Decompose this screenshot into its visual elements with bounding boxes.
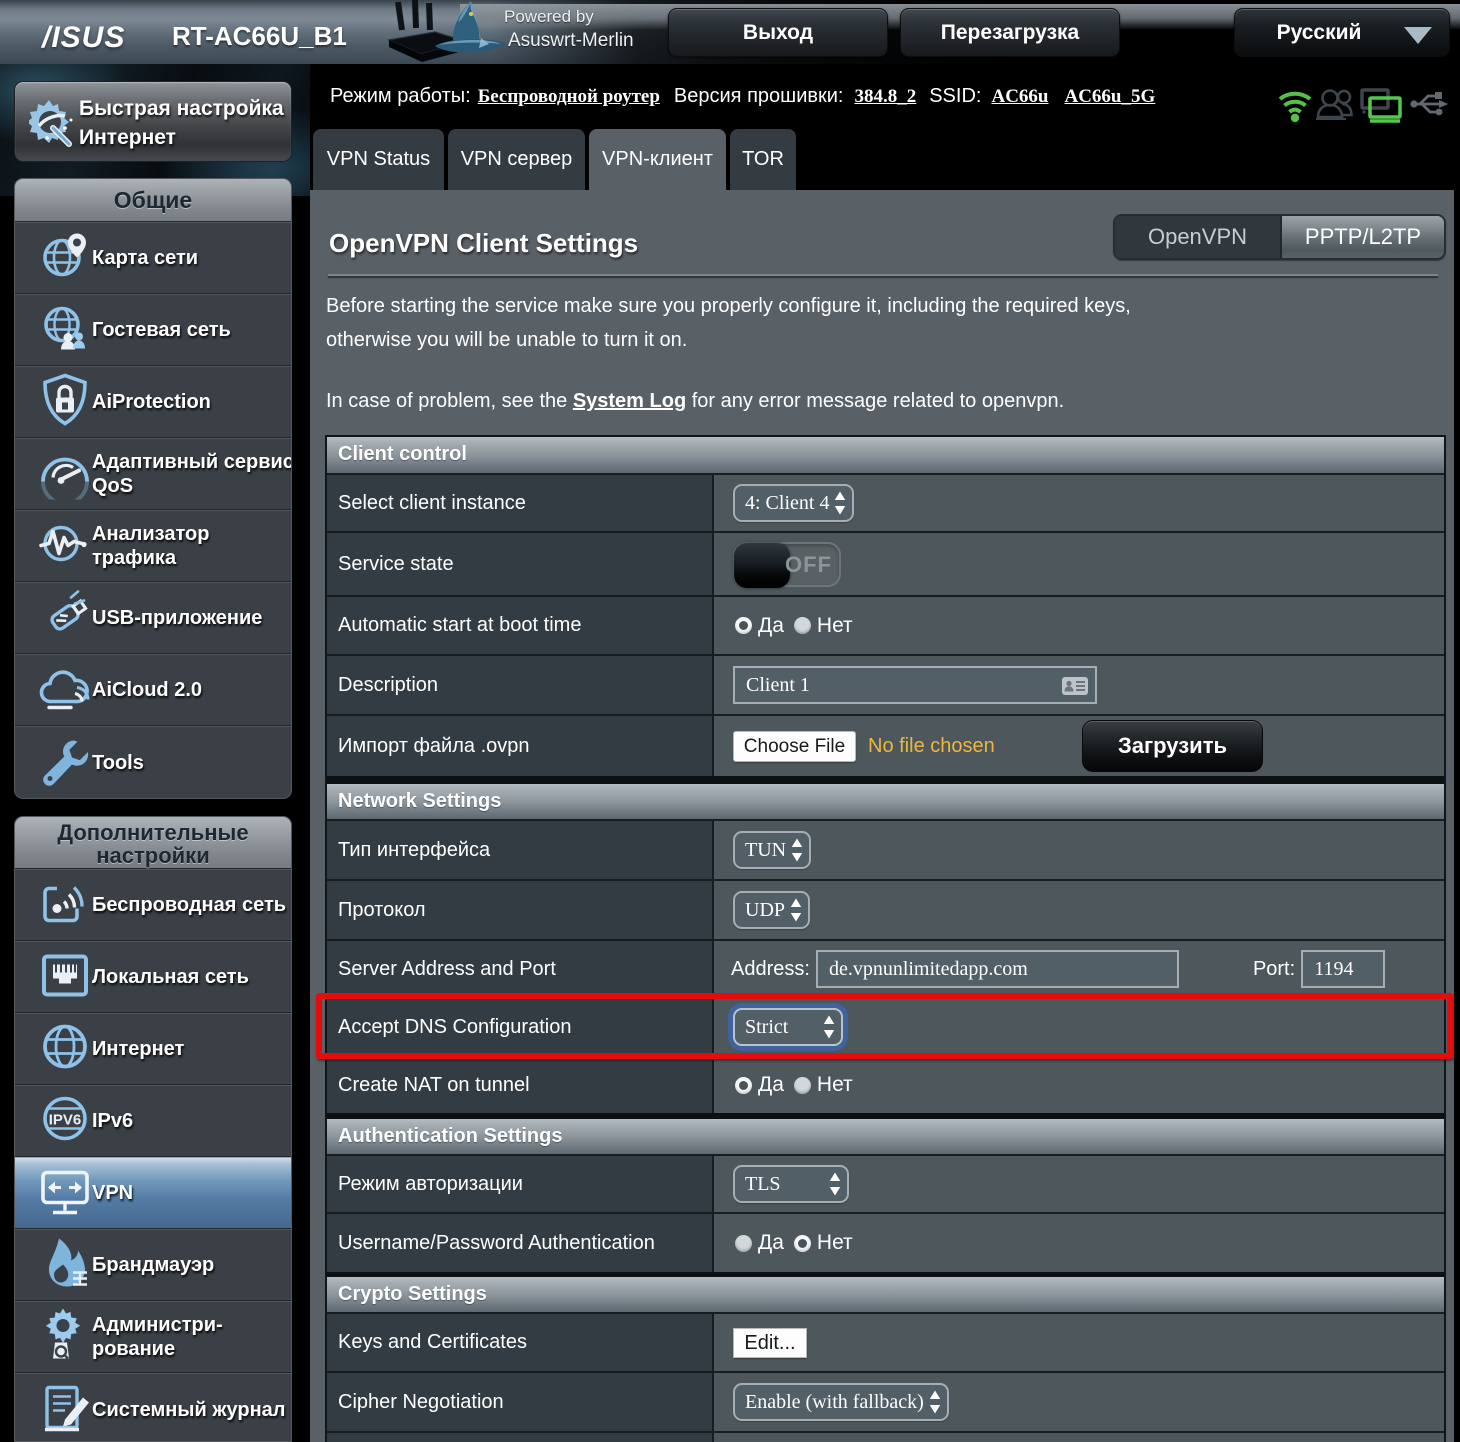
svg-text:IPV6: IPV6 [49,1112,82,1129]
